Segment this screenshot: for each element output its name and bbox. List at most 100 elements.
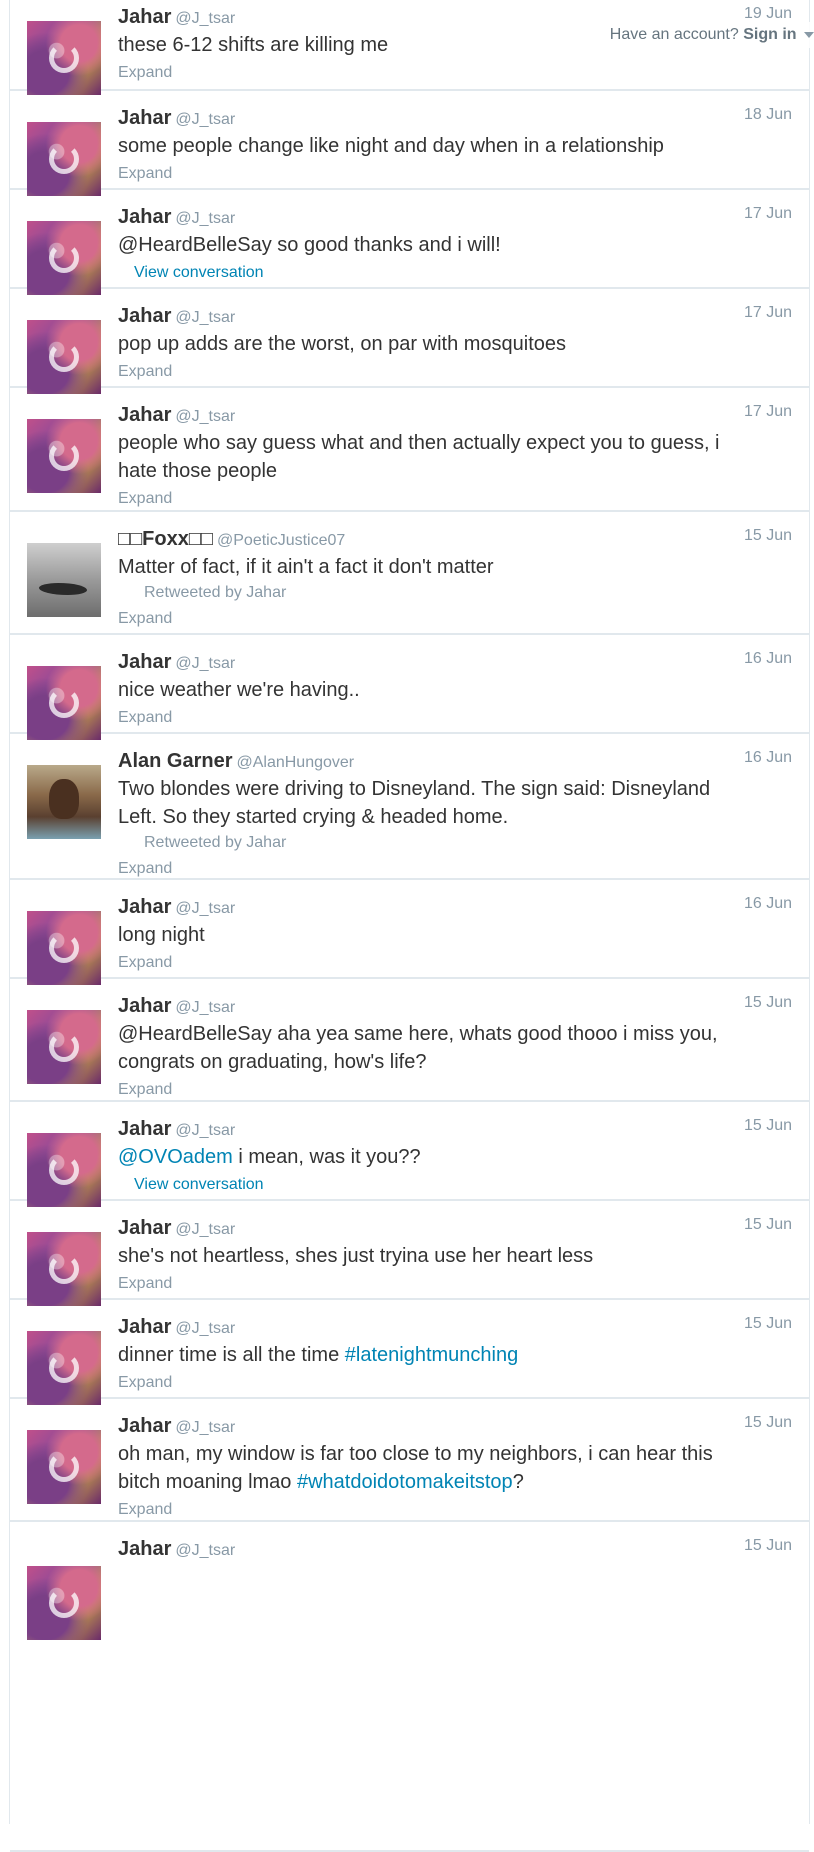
tweet-timestamp[interactable]: 15 Jun xyxy=(744,1414,792,1432)
tweet-author-name[interactable]: Jahar xyxy=(118,1217,171,1239)
tweet-timestamp[interactable]: 17 Jun xyxy=(744,304,792,322)
tweet-text: some people change like night and day wh… xyxy=(118,132,809,160)
tweet-author-handle[interactable]: @J_tsar xyxy=(175,210,235,227)
avatar[interactable] xyxy=(27,320,101,394)
mention-link[interactable]: @OVOadem xyxy=(118,1146,233,1168)
tweet-author-handle[interactable]: @J_tsar xyxy=(175,900,235,917)
avatar[interactable] xyxy=(27,1430,101,1504)
expand-link[interactable]: Expand xyxy=(118,1079,809,1101)
tweet-timestamp[interactable]: 19 Jun xyxy=(744,5,792,23)
retweeted-by-label[interactable]: Retweeted by Jahar xyxy=(144,831,809,855)
tweet-author-handle[interactable]: @J_tsar xyxy=(175,10,235,27)
tweet-author-handle[interactable]: @J_tsar xyxy=(175,1320,235,1337)
avatar[interactable] xyxy=(27,911,101,985)
expand-link[interactable]: Expand xyxy=(118,62,809,84)
tweet-author-handle[interactable]: @J_tsar xyxy=(175,1122,235,1139)
tweet-item[interactable]: Jahar @J_tsar 17 Jun @HeardBelleSay so good… xyxy=(10,190,809,295)
tweet-item[interactable]: Jahar @J_tsar 15 Jun she's not heartless, s… xyxy=(10,1201,809,1306)
avatar[interactable] xyxy=(27,122,101,196)
tweet-timestamp[interactable]: 15 Jun xyxy=(744,1216,792,1234)
tweet-timestamp[interactable]: 16 Jun xyxy=(744,895,792,913)
tweet-author-name[interactable]: Jahar xyxy=(118,1316,171,1338)
tweet-author-handle[interactable]: @J_tsar xyxy=(175,408,235,425)
tweet-text: @HeardBelleSay aha yea same here, whats … xyxy=(118,1020,809,1076)
avatar[interactable] xyxy=(27,1133,101,1207)
tweet-text: @OVOadem i mean, was it you?? xyxy=(118,1143,809,1171)
tweet-timestamp[interactable]: 15 Jun xyxy=(744,1537,792,1555)
tweet-author-name[interactable]: Jahar xyxy=(118,305,171,327)
expand-link[interactable]: Expand xyxy=(118,1273,809,1295)
tweet-timestamp[interactable]: 16 Jun xyxy=(744,650,792,668)
tweet-author-handle[interactable]: @J_tsar xyxy=(175,1542,235,1559)
tweet-item[interactable]: Jahar @J_tsar 15 Jun @HeardBelleSay aha yea… xyxy=(10,979,809,1102)
avatar[interactable] xyxy=(27,666,101,740)
avatar[interactable] xyxy=(27,1232,101,1306)
tweet-author-name[interactable]: □□Foxx□□ xyxy=(118,528,213,550)
tweet-author-handle[interactable]: @J_tsar xyxy=(175,1419,235,1436)
tweet-timestamp[interactable]: 17 Jun xyxy=(744,403,792,421)
tweet-item[interactable]: Jahar @J_tsar 18 Jun some people change lik… xyxy=(10,91,809,196)
tweet-author-handle[interactable]: @AlanHungover xyxy=(236,754,354,771)
tweet-timestamp[interactable]: 15 Jun xyxy=(744,994,792,1012)
tweet-author-name[interactable]: Jahar xyxy=(118,1538,171,1560)
expand-link[interactable]: Expand xyxy=(118,163,809,185)
tweet-timestamp[interactable]: 15 Jun xyxy=(744,1117,792,1135)
tweet-author-name[interactable]: Jahar xyxy=(118,404,171,426)
tweet-item[interactable]: Jahar @J_tsar 15 Jun @OVOadem i mean, was i… xyxy=(10,1102,809,1207)
avatar[interactable] xyxy=(27,21,101,95)
expand-link[interactable]: Expand xyxy=(118,707,809,729)
tweet-item[interactable]: Jahar @J_tsar 16 Jun long night Expand xyxy=(10,880,809,985)
tweet-author-handle[interactable]: @J_tsar xyxy=(175,999,235,1016)
expand-link[interactable]: Expand xyxy=(118,1499,809,1521)
tweet-item[interactable]: Jahar @J_tsar 15 Jun xyxy=(10,1522,809,1852)
tweet-item[interactable]: □□Foxx□□ @PoeticJustice07 15 Jun Matter of … xyxy=(10,512,809,635)
tweet-timestamp[interactable]: 16 Jun xyxy=(744,749,792,767)
avatar[interactable] xyxy=(27,419,101,493)
avatar[interactable] xyxy=(27,543,101,617)
tweet-author-name[interactable]: Jahar xyxy=(118,1118,171,1140)
chevron-down-icon[interactable] xyxy=(804,31,814,38)
tweet-author-name[interactable]: Alan Garner xyxy=(118,750,232,772)
hashtag-link[interactable]: #latenightmunching xyxy=(345,1344,518,1366)
tweet-item[interactable]: Jahar @J_tsar 15 Jun oh man, my window is f… xyxy=(10,1399,809,1522)
tweet-timestamp[interactable]: 15 Jun xyxy=(744,527,792,545)
expand-link[interactable]: Expand xyxy=(118,361,809,383)
tweet-author-handle[interactable]: @J_tsar xyxy=(175,309,235,326)
tweet-header: Jahar @J_tsar xyxy=(118,1314,809,1340)
view-conversation-link[interactable]: View conversation xyxy=(134,262,809,284)
expand-link[interactable]: Expand xyxy=(118,488,809,510)
tweet-timestamp[interactable]: 17 Jun xyxy=(744,205,792,223)
tweet-author-name[interactable]: Jahar xyxy=(118,6,171,28)
tweet-author-name[interactable]: Jahar xyxy=(118,896,171,918)
expand-link[interactable]: Expand xyxy=(118,858,809,880)
tweet-item[interactable]: Alan Garner @AlanHungover 16 Jun Two blonde… xyxy=(10,734,809,880)
avatar[interactable] xyxy=(27,1010,101,1084)
tweet-item[interactable]: Jahar @J_tsar 15 Jun dinner time is all the… xyxy=(10,1300,809,1405)
sign-in-link[interactable]: Sign in xyxy=(743,26,796,43)
avatar[interactable] xyxy=(27,1566,101,1640)
expand-link[interactable]: Expand xyxy=(118,608,809,630)
tweet-author-name[interactable]: Jahar xyxy=(118,651,171,673)
tweet-author-handle[interactable]: @J_tsar xyxy=(175,655,235,672)
avatar[interactable] xyxy=(27,765,101,839)
expand-link[interactable]: Expand xyxy=(118,952,809,974)
hashtag-link[interactable]: #whatdoidotomakeitstop xyxy=(297,1471,513,1493)
tweet-author-name[interactable]: Jahar xyxy=(118,995,171,1017)
tweet-author-handle[interactable]: @J_tsar xyxy=(175,111,235,128)
expand-link[interactable]: Expand xyxy=(118,1372,809,1394)
tweet-item[interactable]: Jahar @J_tsar 16 Jun nice weather we're hav… xyxy=(10,635,809,740)
tweet-author-name[interactable]: Jahar xyxy=(118,1415,171,1437)
tweet-author-name[interactable]: Jahar xyxy=(118,107,171,129)
tweet-author-handle[interactable]: @PoeticJustice07 xyxy=(217,532,345,549)
avatar[interactable] xyxy=(27,221,101,295)
tweet-timestamp[interactable]: 18 Jun xyxy=(744,106,792,124)
view-conversation-link[interactable]: View conversation xyxy=(134,1174,809,1196)
tweet-author-name[interactable]: Jahar xyxy=(118,206,171,228)
avatar[interactable] xyxy=(27,1331,101,1405)
tweet-item[interactable]: Jahar @J_tsar 17 Jun people who say guess w… xyxy=(10,388,809,512)
retweeted-by-label[interactable]: Retweeted by Jahar xyxy=(144,581,809,605)
tweet-item[interactable]: Jahar @J_tsar 17 Jun pop up adds are the wo… xyxy=(10,289,809,394)
tweet-author-handle[interactable]: @J_tsar xyxy=(175,1221,235,1238)
tweet-timestamp[interactable]: 15 Jun xyxy=(744,1315,792,1333)
tweet-header: Jahar @J_tsar xyxy=(118,402,809,428)
